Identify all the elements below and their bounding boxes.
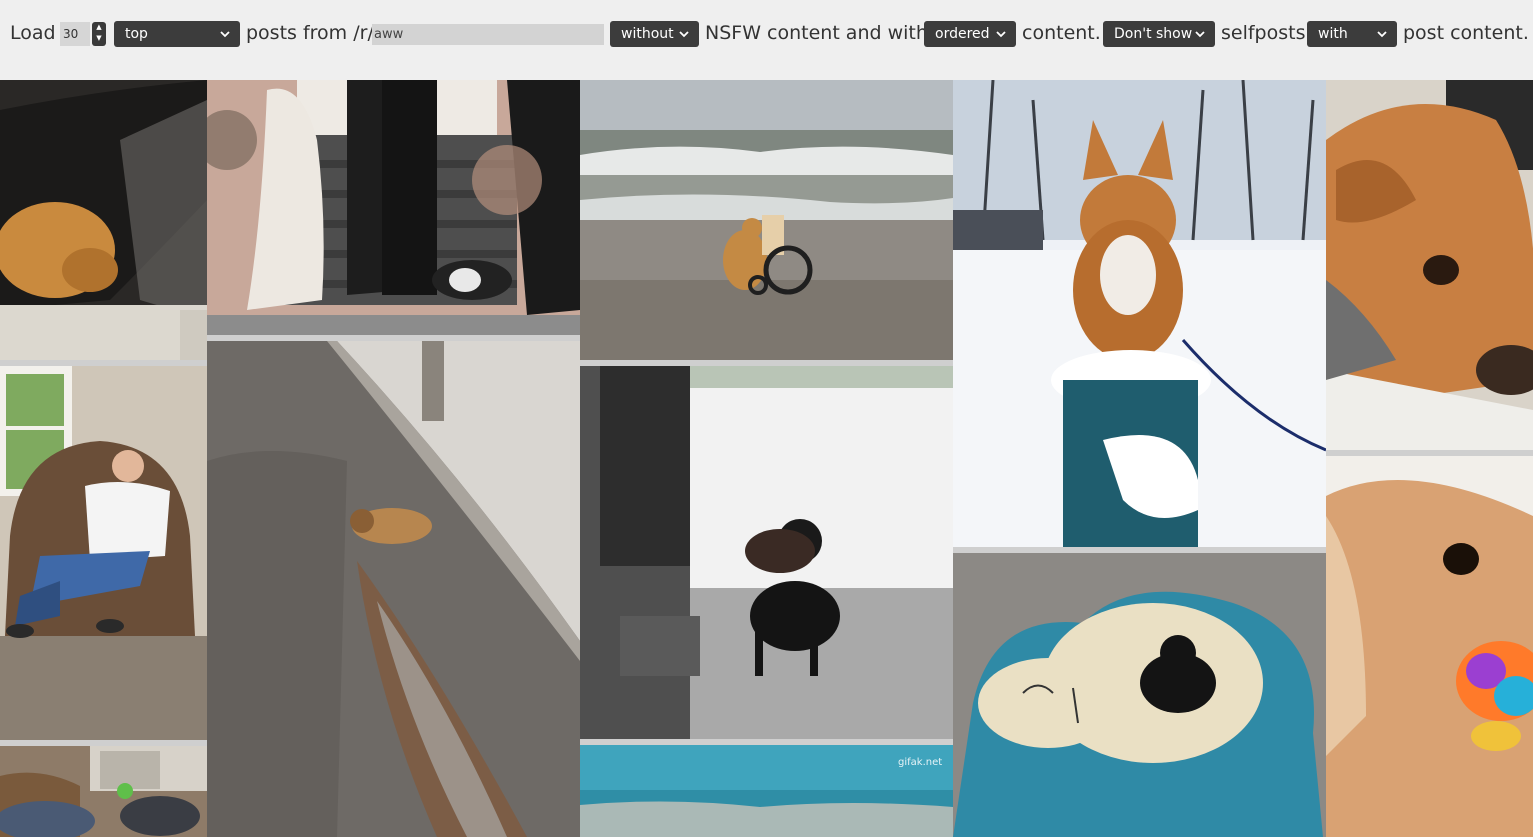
post-count-input[interactable]: 30: [60, 22, 90, 46]
posts-from-label: posts from /r/: [246, 22, 374, 44]
subreddit-input[interactable]: aww: [372, 24, 604, 45]
post-image-dog-in-gutter[interactable]: [207, 341, 580, 837]
selfposts-select[interactable]: Don't show: [1103, 21, 1215, 47]
watermark-text: gifak.net: [898, 757, 942, 768]
post-image-cat-on-snorlax[interactable]: [953, 553, 1326, 837]
chevron-down-icon: [1377, 31, 1387, 38]
chevron-down-icon: [679, 31, 689, 38]
post-image-living-room[interactable]: [0, 746, 207, 837]
selfposts-label: selfposts: [1221, 22, 1306, 44]
chevron-down-icon: [1195, 31, 1205, 38]
post-content-select[interactable]: with: [1307, 21, 1397, 47]
post-image-golden-puppy[interactable]: [1326, 456, 1533, 837]
post-image-man-recliner[interactable]: [0, 366, 207, 740]
selfposts-select-value: Don't show: [1114, 26, 1193, 42]
sort-select-value: top: [125, 26, 148, 42]
post-image-water-gif[interactable]: gifak.net: [580, 745, 953, 837]
post-image-dog-under-chair[interactable]: [0, 80, 207, 360]
load-label: Load: [10, 22, 56, 44]
post-content-label: post content.: [1403, 22, 1529, 44]
post-count-stepper[interactable]: 30 ▲ ▼: [60, 22, 106, 46]
controls-bar: Load 30 ▲ ▼ top posts from /r/ aww withou…: [0, 0, 1533, 80]
chevron-down-icon: [996, 31, 1006, 38]
stepper-arrows-icon[interactable]: ▲ ▼: [92, 22, 106, 46]
post-image-dogs-doorway[interactable]: [580, 366, 953, 739]
chevron-down-icon: [220, 31, 230, 38]
post-image-beach-wheelchair[interactable]: [580, 80, 953, 360]
content-label: content.: [1022, 22, 1101, 44]
order-select[interactable]: ordered: [924, 21, 1016, 47]
sort-select[interactable]: top: [114, 21, 240, 47]
nsfw-select-value: without: [621, 26, 674, 42]
nsfw-label: NSFW content and with: [705, 22, 928, 44]
post-content-select-value: with: [1318, 26, 1348, 42]
order-select-value: ordered: [935, 26, 990, 42]
post-image-shar-pei-puppy[interactable]: [1326, 80, 1533, 450]
image-gallery: gifak.net: [0, 80, 1533, 837]
nsfw-select[interactable]: without: [610, 21, 699, 47]
post-image-wedding-husky[interactable]: [207, 80, 580, 335]
post-image-cat-snow-hydrant[interactable]: [953, 80, 1326, 547]
